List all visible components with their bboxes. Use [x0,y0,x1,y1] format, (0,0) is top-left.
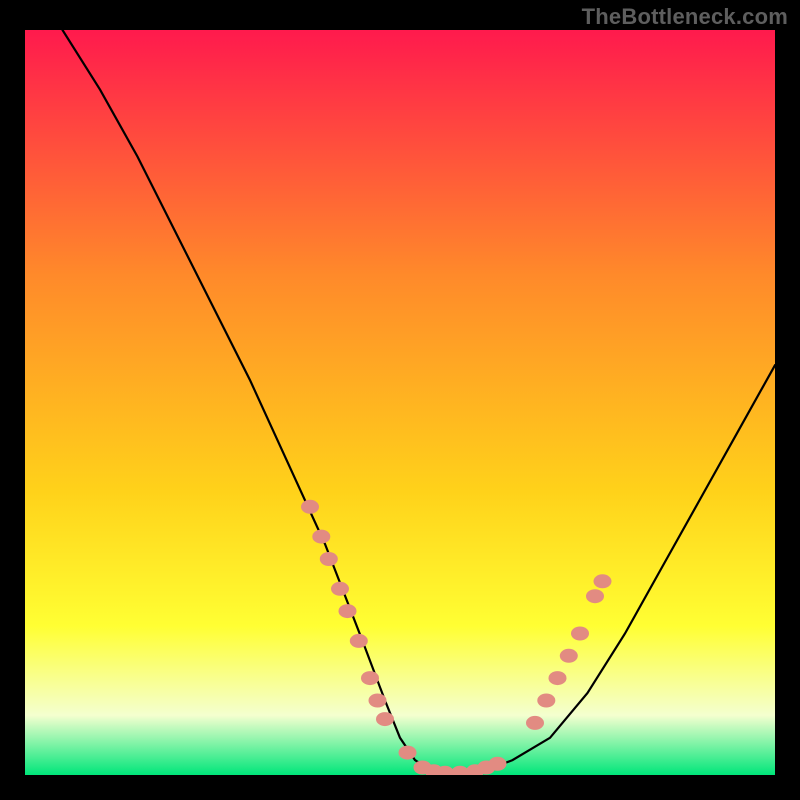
data-marker [537,694,555,708]
data-marker [312,530,330,544]
data-marker [361,671,379,685]
data-marker [594,574,612,588]
plot-area [25,30,775,775]
data-marker [376,712,394,726]
data-marker [549,671,567,685]
data-marker [586,589,604,603]
data-marker [489,757,507,771]
gradient-background [25,30,775,775]
data-marker [339,604,357,618]
chart-frame: TheBottleneck.com [0,0,800,800]
data-marker [526,716,544,730]
watermark-text: TheBottleneck.com [582,4,788,30]
data-marker [331,582,349,596]
data-marker [320,552,338,566]
data-marker [350,634,368,648]
data-marker [571,627,589,641]
data-marker [369,694,387,708]
data-marker [399,746,417,760]
data-marker [301,500,319,514]
chart-svg [25,30,775,775]
data-marker [560,649,578,663]
